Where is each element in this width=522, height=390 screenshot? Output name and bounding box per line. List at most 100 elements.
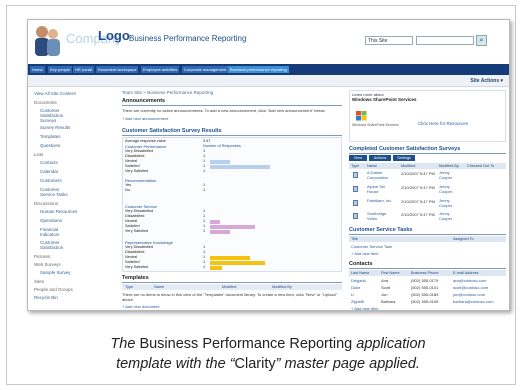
tab-corporate-management[interactable]: Corporate management <box>182 66 229 73</box>
nav-sample-survey[interactable]: Sample Survey <box>40 270 71 275</box>
col-type[interactable]: Type <box>351 164 359 168</box>
tasks-col-title[interactable]: Title <box>351 237 358 241</box>
contact-email[interactable]: barbara@contoso.com <box>453 299 494 304</box>
nav-header-sites[interactable]: Sites <box>34 279 44 284</box>
tab-home[interactable]: Home <box>30 66 45 73</box>
document-icon <box>353 213 358 219</box>
response-bar <box>210 265 222 270</box>
templates-col-modified[interactable]: Modified <box>222 285 236 289</box>
survey-modified-by[interactable]: Jenny Cooper <box>439 170 457 180</box>
survey-name[interactable]: Fabrikam, Inc. <box>367 198 395 204</box>
nav-header-discussions[interactable]: Discussions <box>34 201 58 206</box>
nav-survey-results[interactable]: Survey Results <box>40 125 70 130</box>
templates-col-name[interactable]: Name <box>154 285 164 289</box>
tab-employee-activities[interactable]: Employee activities <box>141 66 180 73</box>
nav-contacts[interactable]: Contacts <box>40 160 58 165</box>
survey-name[interactable]: A Datum Corporation <box>367 170 395 180</box>
templates-col-type[interactable]: Type <box>125 285 133 289</box>
actions-menu[interactable]: Actions <box>369 155 391 161</box>
nav-header-web-surveys[interactable]: Web Surveys <box>34 262 61 267</box>
tasks-col-assigned-to[interactable]: Assigned To <box>453 237 474 241</box>
search-input[interactable] <box>416 36 474 45</box>
contact-last-name[interactable]: Duke <box>351 285 360 290</box>
nav-header-pictures[interactable]: Pictures <box>34 254 50 259</box>
contact-last-name[interactable]: Zighetti <box>351 299 364 304</box>
settings-menu[interactable]: Settings <box>393 155 415 161</box>
contact-last-name[interactable]: Delgado <box>351 278 366 283</box>
search-scope-select[interactable]: This Site <box>365 36 413 45</box>
col-modified[interactable]: Modified <box>401 164 415 168</box>
survey-results-title[interactable]: Customer Satisfaction Survey Results <box>122 128 222 134</box>
row-no: No <box>125 188 130 192</box>
site-actions-menu[interactable]: Site Actions ▾ <box>470 78 503 84</box>
figure-caption: The Business Performance Reporting appli… <box>29 334 507 374</box>
completed-surveys-title[interactable]: Completed Customer Satisfaction Surveys <box>349 146 460 152</box>
average-response-value: 3.47 <box>203 139 211 143</box>
caption-application: application <box>356 336 426 352</box>
tab-document-workspace[interactable]: Document workspace <box>96 66 139 73</box>
tasks-header-bg <box>349 236 506 242</box>
figure-frame: Company Logo Business Performance Report… <box>6 5 516 385</box>
nav-customer-service-tasks[interactable]: Customer Service Tasks <box>40 187 70 197</box>
contact-email[interactable]: jun@contoso.com <box>453 292 485 297</box>
survey-modified-by[interactable]: Jenny Cooper <box>439 198 457 208</box>
contact-email[interactable]: ana@contoso.com <box>453 278 486 283</box>
view-all-site-content[interactable]: View All Site Content <box>34 91 76 96</box>
contacts-title[interactable]: Contacts <box>349 261 373 267</box>
contact-last-name[interactable]: Li <box>351 292 354 297</box>
col-modified-by[interactable]: Modified By <box>439 164 459 168</box>
response-count-label: 1 <box>203 209 206 213</box>
contacts-col-business-phone[interactable]: Business Phone <box>411 271 438 275</box>
survey-modified-by[interactable]: Jenny Cooper <box>439 211 457 221</box>
row-very-dissatisfied: Very Dissatisfied <box>125 149 154 153</box>
tab-key-people[interactable]: Key people <box>48 66 73 73</box>
survey-name[interactable]: Alpine Ski House <box>367 184 395 194</box>
row-very-satisfied: Very Satisfied <box>125 229 149 233</box>
contacts-col-first-name[interactable]: First Name <box>381 271 400 275</box>
nav-people-and-groups[interactable]: People and Groups <box>34 287 73 292</box>
contact-email[interactable]: scott@contoso.com <box>453 285 488 290</box>
nav-financial-indicators[interactable]: Financial Indicators <box>40 227 70 237</box>
search-go-button[interactable]: ⌕ <box>476 35 487 46</box>
row-dissatisfied: Dissatisfied <box>125 214 145 218</box>
response-count-label: 1 <box>203 265 206 269</box>
nav-questions[interactable]: Questions <box>40 143 60 148</box>
nav-header-documents[interactable]: Documents <box>34 100 57 105</box>
tab-business-performance[interactable]: Business performance reporting <box>228 66 289 73</box>
col-checked-out-to[interactable]: Checked Out To <box>467 164 494 168</box>
document-icon <box>353 186 358 192</box>
announcements-title[interactable]: Announcements <box>122 98 165 104</box>
nav-calendar[interactable]: Calendar <box>40 169 58 174</box>
view-menu[interactable]: View <box>349 155 367 161</box>
nav-header-lists[interactable]: Lists <box>34 152 43 157</box>
tab-hr-portal[interactable]: HR portal <box>73 66 94 73</box>
col-name[interactable]: Name <box>367 164 377 168</box>
templates-col-modified-by[interactable]: Modified By <box>272 285 292 289</box>
site-title: Business Performance Reporting <box>129 34 247 43</box>
templates-title[interactable]: Templates <box>122 275 149 281</box>
add-document-link[interactable]: + Add new document <box>122 304 159 309</box>
click-here-resources-link[interactable]: Click Here for Resources <box>418 121 468 126</box>
survey-modified-by[interactable]: Jenny Cooper <box>439 184 457 194</box>
survey-name[interactable]: Southridge Video <box>367 211 395 221</box>
add-task-link[interactable]: + Add new item <box>351 251 378 256</box>
add-announcement-link[interactable]: + Add new announcement <box>122 116 168 121</box>
contacts-col-email[interactable]: E-mail Address <box>453 271 479 275</box>
nav-customer-satisfaction-discussion[interactable]: Customer Satisfaction <box>40 240 70 250</box>
response-count-label: 1 <box>203 255 206 259</box>
customer-service-tasks-title[interactable]: Customer Service Tasks <box>349 227 413 233</box>
task-item-link[interactable]: Customer Service Task <box>351 244 392 249</box>
nav-human-resources[interactable]: Human Resources <box>40 209 77 214</box>
nav-operations[interactable]: Operations <box>40 218 62 223</box>
contacts-col-last-name[interactable]: Last Name <box>351 271 369 275</box>
nav-templates[interactable]: Templates <box>40 134 61 139</box>
row-satisfied: Satisfied <box>125 224 140 228</box>
nav-customers[interactable]: Customers <box>40 178 62 183</box>
survey-results-divider <box>122 135 342 136</box>
breadcrumb[interactable]: Team Site > Business Performance Reporti… <box>122 90 213 95</box>
caption-bpr: Business Performance Reporting <box>135 336 357 352</box>
add-contact-link[interactable]: + Add new item <box>351 306 378 310</box>
row-neutral: Neutral <box>125 255 138 259</box>
nav-customer-satisfaction-surveys[interactable]: Customer Satisfaction Surveys <box>40 108 70 123</box>
nav-recycle-bin[interactable]: Recycle Bin <box>34 295 58 300</box>
